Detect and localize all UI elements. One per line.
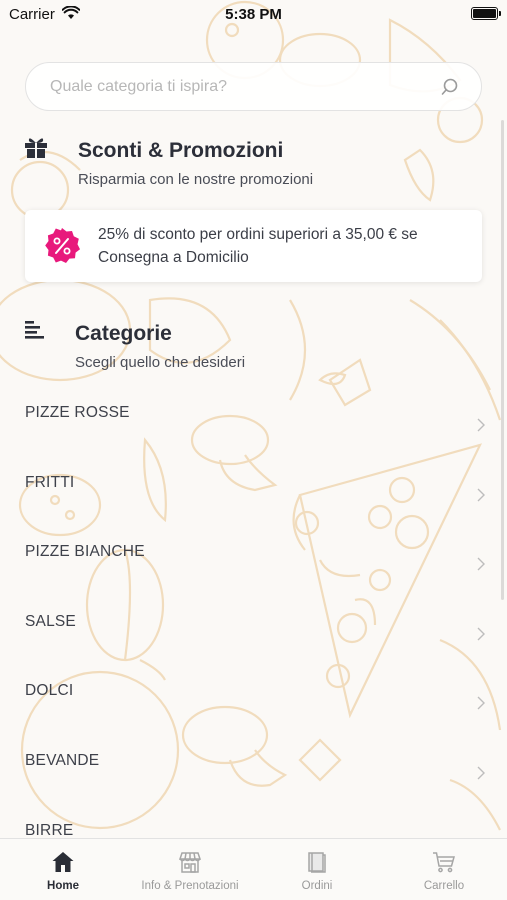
- category-label: BEVANDE: [25, 752, 100, 769]
- chevron-right-icon: [477, 418, 485, 432]
- category-item-fritti[interactable]: FRITTI: [0, 450, 507, 519]
- category-item-pizze-bianche[interactable]: PIZZE BIANCHE: [0, 519, 507, 588]
- category-label: PIZZE BIANCHE: [25, 543, 145, 560]
- category-item-bevande[interactable]: BEVANDE: [0, 728, 507, 797]
- category-label: FRITTI: [25, 474, 75, 491]
- category-label: PIZZE ROSSE: [25, 404, 130, 421]
- tab-info-prenotazioni[interactable]: Info & Prenotazioni: [127, 839, 253, 900]
- tab-label: Ordini: [301, 880, 333, 892]
- categories-subtitle: Scegli quello che desideri: [75, 354, 246, 371]
- gift-icon: [25, 138, 47, 158]
- status-time: 5:38 PM: [225, 6, 282, 23]
- promo-text: 25% di sconto per ordini superiori a 35,…: [98, 226, 418, 266]
- tab-label: Carrello: [423, 880, 465, 892]
- categories-title: Categorie: [75, 322, 172, 345]
- bottom-tab-bar: Home Info & Prenotazioni Ordini Carrello: [0, 838, 507, 900]
- category-item-salse[interactable]: SALSE: [0, 589, 507, 658]
- category-item-dolci[interactable]: DOLCI: [0, 658, 507, 727]
- search-input[interactable]: [50, 63, 440, 110]
- category-label: SALSE: [25, 613, 76, 630]
- category-label: DOLCI: [25, 682, 74, 699]
- chevron-right-icon: [477, 557, 485, 571]
- promo-card[interactable]: 25% di sconto per ordini superiori a 35,…: [25, 210, 482, 282]
- chevron-right-icon: [477, 696, 485, 710]
- scrollbar[interactable]: [501, 120, 504, 600]
- book-icon: [308, 852, 326, 873]
- tab-label: Home: [47, 880, 79, 892]
- search-icon[interactable]: [441, 78, 459, 96]
- battery-icon: [471, 7, 501, 20]
- tab-carrello[interactable]: Carrello: [381, 839, 507, 900]
- chevron-right-icon: [477, 488, 485, 502]
- home-icon: [52, 852, 74, 872]
- chevron-right-icon: [477, 627, 485, 641]
- promotions-subtitle: Risparmia con le nostre promozioni: [78, 171, 314, 188]
- percent-badge-icon: [45, 228, 80, 263]
- tab-home[interactable]: Home: [0, 839, 126, 900]
- tab-ordini[interactable]: Ordini: [254, 839, 380, 900]
- store-icon: [178, 852, 202, 873]
- category-item-pizze-rosse[interactable]: PIZZE ROSSE: [0, 380, 507, 449]
- status-bar: Carrier 5:38 PM: [0, 0, 507, 28]
- chevron-right-icon: [477, 766, 485, 780]
- list-menu-icon: [25, 321, 44, 339]
- category-search-bar[interactable]: [25, 62, 482, 111]
- tab-label: Info & Prenotazioni: [141, 880, 239, 892]
- cart-icon: [433, 852, 455, 873]
- promotions-title: Sconti & Promozioni: [78, 139, 284, 162]
